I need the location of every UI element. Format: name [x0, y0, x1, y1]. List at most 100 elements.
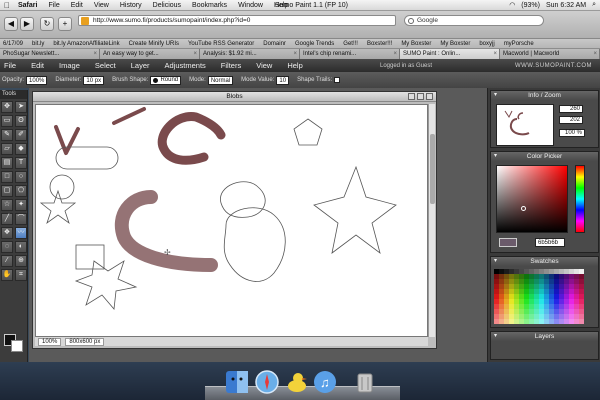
close-icon[interactable] — [426, 93, 433, 100]
back-button[interactable]: ◀ — [4, 17, 18, 31]
bookmark-item[interactable]: bit.ly — [32, 41, 44, 47]
close-icon[interactable]: × — [393, 49, 397, 59]
itunes-icon[interactable]: ♫ — [313, 370, 337, 394]
lasso-tool[interactable]: ʘ — [15, 115, 27, 127]
bookmark-item[interactable]: Boxster!!! — [367, 41, 392, 47]
bookmark-item[interactable]: boxyjj — [479, 41, 494, 47]
menu-file[interactable]: File — [48, 2, 59, 9]
document-titlebar[interactable]: Blobs — [33, 92, 436, 102]
cyberduck-icon[interactable] — [285, 370, 309, 394]
vertical-scrollbar[interactable] — [428, 104, 435, 337]
color-swatch[interactable] — [579, 319, 584, 324]
menu-history[interactable]: History — [120, 2, 142, 9]
opacity-field[interactable]: 100% — [26, 75, 48, 85]
bookmark-item[interactable]: myPorsche — [504, 41, 534, 47]
dodge-tool[interactable]: ◐ — [15, 241, 27, 253]
drawing-canvas[interactable]: ✢ — [35, 104, 428, 337]
bookmark-item[interactable]: Google Trends — [295, 41, 334, 47]
brush-tool[interactable]: ✐ — [15, 129, 27, 141]
star-tool[interactable]: ☆ — [1, 199, 13, 211]
search-field[interactable]: Google — [404, 15, 544, 26]
move-tool[interactable]: ✥ — [1, 101, 13, 113]
bookmark-item[interactable]: Create Minify URIs — [129, 41, 179, 47]
tab-intel[interactable]: Intel's chip renami... × — [300, 49, 400, 59]
marquee-tool[interactable]: ▭ — [1, 115, 13, 127]
menu-view[interactable]: View — [94, 2, 109, 9]
add-bookmark-button[interactable]: + — [58, 17, 72, 31]
bookmark-item[interactable]: 6/17/09 — [3, 41, 23, 47]
ellipse-tool[interactable]: ○ — [15, 171, 27, 183]
menu-window[interactable]: Window — [238, 2, 263, 9]
bookmark-item[interactable]: YouTube RSS Generator — [188, 41, 254, 47]
collapse-triangle-icon[interactable]: ▾ — [494, 332, 497, 341]
battery-status[interactable]: (93%) — [521, 2, 540, 9]
navigator-thumbnail[interactable] — [496, 104, 554, 146]
collapse-triangle-icon[interactable]: ▾ — [494, 91, 497, 100]
menu-bookmarks[interactable]: Bookmarks — [192, 2, 227, 9]
close-icon[interactable]: × — [293, 49, 297, 59]
shape-trails-checkbox[interactable] — [334, 77, 341, 83]
tab-analysis[interactable]: Analysis: $1.92 mi... × — [200, 49, 300, 59]
smudge-tool[interactable]: 〰 — [15, 227, 27, 239]
app-menu-view[interactable]: View — [256, 61, 272, 70]
brush-shape-select[interactable]: Round — [150, 75, 182, 85]
bookmark-item[interactable]: Get!!! — [343, 41, 358, 47]
line-tool[interactable]: ╱ — [1, 213, 13, 225]
close-icon[interactable]: × — [493, 49, 497, 59]
clock[interactable]: Sun 6:32 AM — [546, 2, 586, 9]
app-menu-adjustments[interactable]: Adjustments — [165, 61, 206, 70]
blur-tool[interactable]: ◌ — [1, 241, 13, 253]
hex-color-field[interactable]: 6b5b6b — [535, 238, 565, 247]
app-menu-layer[interactable]: Layer — [131, 61, 150, 70]
tab-phosugar[interactable]: PhoSugar Newslett... × — [0, 49, 100, 59]
close-icon[interactable]: × — [193, 49, 197, 59]
picker-cursor[interactable] — [521, 206, 526, 211]
tab-easy-way[interactable]: An easy way to get... × — [100, 49, 200, 59]
forward-button[interactable]: ▶ — [20, 17, 34, 31]
url-field[interactable]: http://www.sumo.fi/products/sumopaint/in… — [78, 15, 396, 26]
wifi-icon[interactable]: ◠ — [509, 1, 515, 9]
polygon-tool[interactable]: ⬠ — [15, 185, 27, 197]
close-icon[interactable]: × — [93, 49, 97, 59]
hue-slider[interactable] — [575, 165, 585, 233]
bookmark-item[interactable]: My Boxster — [401, 41, 431, 47]
app-menu-file[interactable]: File — [4, 61, 16, 70]
menu-edit[interactable]: Edit — [71, 2, 83, 9]
zoom-tool[interactable]: ⊕ — [15, 255, 27, 267]
spotlight-icon[interactable]: ⌕ — [592, 1, 596, 9]
maximize-icon[interactable] — [417, 93, 424, 100]
eyedropper-tool[interactable]: ⁄ — [1, 255, 13, 267]
mode-select[interactable]: Normal — [207, 75, 234, 85]
app-menu-edit[interactable]: Edit — [31, 61, 44, 70]
select-arrow-tool[interactable]: ➤ — [15, 101, 27, 113]
text-tool[interactable]: T — [15, 157, 27, 169]
rounded-rect-tool[interactable]: ▢ — [1, 185, 13, 197]
scroll-thumb[interactable] — [430, 134, 435, 204]
bookmark-item[interactable]: Domainr — [263, 41, 286, 47]
tab-sumo-paint[interactable]: SUMO Paint : Onlin... × — [400, 49, 500, 59]
diameter-field[interactable]: 10 px — [83, 75, 105, 85]
fill-tool[interactable]: ◆ — [15, 143, 27, 155]
info-zoom-field[interactable]: 100 % — [559, 129, 585, 137]
app-menu-image[interactable]: Image — [59, 61, 80, 70]
info-x-field[interactable]: 260 — [559, 105, 583, 113]
crop-tool[interactable]: ⌗ — [15, 269, 27, 281]
close-icon[interactable]: × — [593, 49, 597, 59]
hand-tool[interactable]: ✋ — [1, 269, 13, 281]
rectangle-tool[interactable]: □ — [1, 171, 13, 183]
eraser-tool[interactable]: ▱ — [1, 143, 13, 155]
zoom-level[interactable]: 100% — [38, 337, 62, 346]
collapse-triangle-icon[interactable]: ▾ — [494, 152, 497, 161]
bookmark-item[interactable]: My Boxster — [440, 41, 470, 47]
menu-safari[interactable]: Safari — [18, 2, 37, 9]
reload-button[interactable]: ↻ — [40, 17, 54, 31]
background-color-swatch[interactable] — [11, 340, 23, 352]
minimize-icon[interactable] — [408, 93, 415, 100]
app-menu-help[interactable]: Help — [287, 61, 302, 70]
menu-delicious[interactable]: Delicious — [153, 2, 181, 9]
app-menu-select[interactable]: Select — [95, 61, 116, 70]
shape-tool[interactable]: ✦ — [15, 199, 27, 211]
pencil-tool[interactable]: ✎ — [1, 129, 13, 141]
info-zoom-header[interactable]: ▾ Info / Zoom — [491, 91, 598, 100]
finder-icon[interactable] — [225, 370, 249, 394]
